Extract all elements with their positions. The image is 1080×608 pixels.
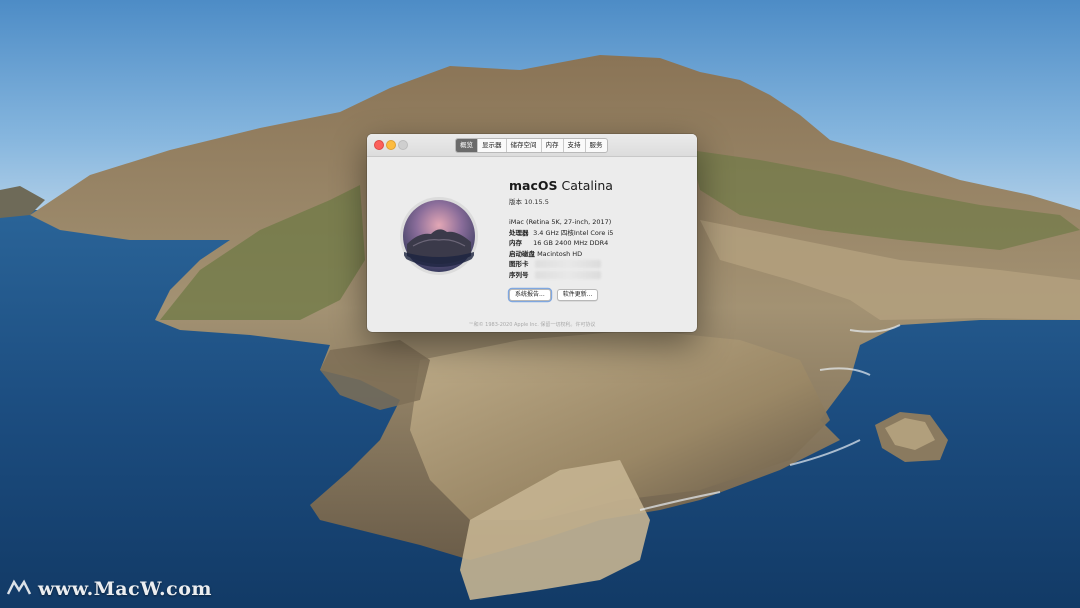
- tab-memory[interactable]: 内存: [542, 139, 564, 152]
- os-name: macOS: [509, 178, 558, 193]
- memory-row: 内存 16 GB 2400 MHz DDR4: [509, 238, 689, 249]
- zoom-button-disabled: [398, 140, 408, 150]
- os-version: 版本 10.15.5: [509, 198, 549, 206]
- processor-label: 处理器: [509, 228, 529, 237]
- macw-logo-icon: [6, 579, 32, 595]
- desktop: 概览 显示器 储存空间 内存 支持 服务 macOS Catalina 版本 1…: [0, 0, 1080, 608]
- close-button[interactable]: [374, 140, 384, 150]
- minimize-button[interactable]: [386, 140, 396, 150]
- startup-disk-label: 启动磁盘: [509, 249, 535, 258]
- graphics-value-redacted: [535, 260, 602, 268]
- processor-value: 3.4 GHz 四核Intel Core i5: [533, 228, 614, 237]
- tab-support[interactable]: 支持: [564, 139, 586, 152]
- os-title: macOS Catalina: [509, 178, 689, 193]
- tab-overview[interactable]: 概览: [456, 139, 478, 152]
- software-update-button[interactable]: 软件更新...: [556, 289, 599, 301]
- startup-disk-row: 启动磁盘 Macintosh HD: [509, 249, 689, 260]
- startup-disk-value: Macintosh HD: [537, 249, 583, 258]
- serial-row: 序列号: [509, 270, 689, 281]
- tab-displays[interactable]: 显示器: [478, 139, 507, 152]
- button-row: 系统报告... 软件更新...: [509, 289, 689, 301]
- graphics-row: 图形卡: [509, 259, 689, 270]
- system-report-button[interactable]: 系统报告...: [509, 289, 551, 301]
- serial-value-redacted: [535, 270, 602, 279]
- tab-bar: 概览 显示器 储存空间 内存 支持 服务: [455, 138, 608, 153]
- serial-label: 序列号: [509, 270, 529, 279]
- os-version-name: Catalina: [561, 178, 613, 193]
- copyright-footer: ™和© 1983-2020 Apple Inc. 保留一切权利。许可协议: [468, 322, 596, 328]
- model-value: iMac (Retina 5K, 27-inch, 2017): [509, 218, 612, 226]
- tab-service[interactable]: 服务: [586, 139, 607, 152]
- spec-list: iMac (Retina 5K, 27-inch, 2017) 处理器 3.4 …: [509, 217, 689, 280]
- model-row: iMac (Retina 5K, 27-inch, 2017): [509, 217, 689, 228]
- site-watermark: www.MacW.com: [38, 578, 213, 600]
- memory-value: 16 GB 2400 MHz DDR4: [533, 239, 609, 247]
- macos-catalina-logo: [400, 197, 478, 275]
- tab-storage[interactable]: 储存空间: [507, 139, 542, 152]
- processor-row: 处理器 3.4 GHz 四核Intel Core i5: [509, 228, 689, 239]
- about-this-mac-window: 概览 显示器 储存空间 内存 支持 服务 macOS Catalina 版本 1…: [367, 134, 697, 332]
- memory-label: 内存: [509, 239, 522, 247]
- graphics-label: 图形卡: [509, 260, 529, 268]
- window-titlebar[interactable]: 概览 显示器 储存空间 内存 支持 服务: [367, 134, 697, 157]
- system-info: macOS Catalina 版本 10.15.5 iMac (Retina 5…: [509, 178, 689, 301]
